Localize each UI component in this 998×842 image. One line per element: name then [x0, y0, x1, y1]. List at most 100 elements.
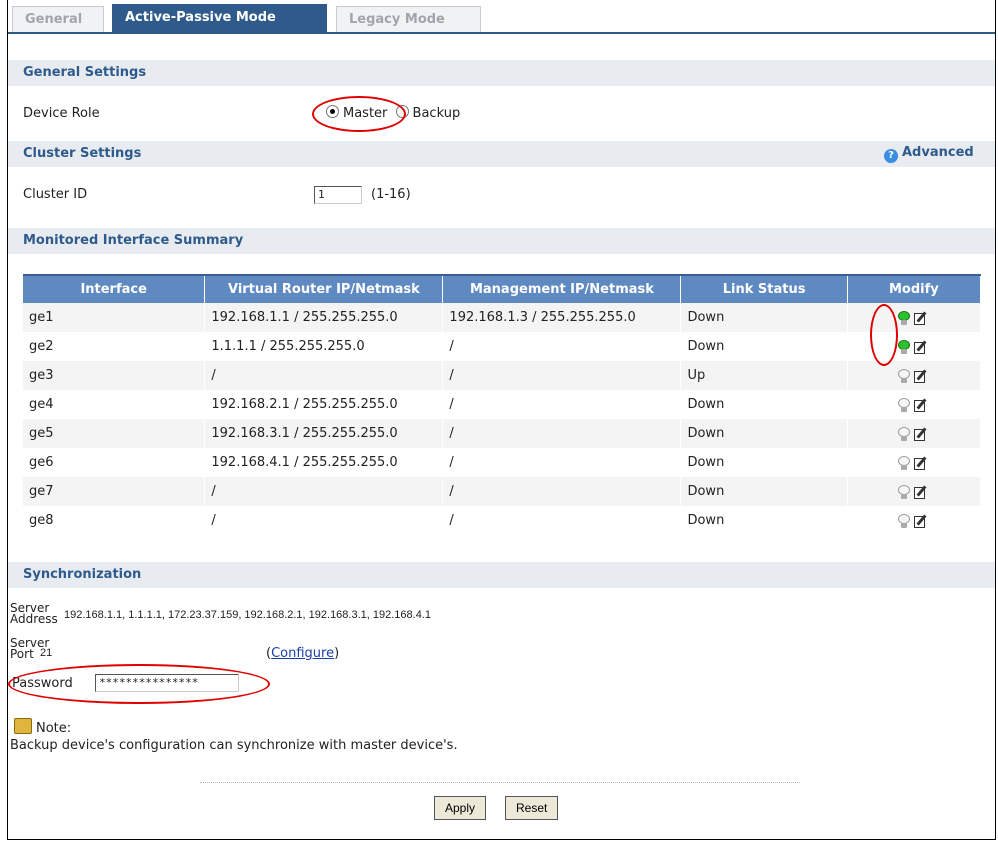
device-role-label: Device Role [23, 106, 100, 121]
col-virtual-ip: Virtual Router IP/Netmask [204, 274, 444, 303]
virtual-ip-cell: / [204, 361, 444, 390]
tab-bar: General Active-Passive Mode Legacy Mode [8, 0, 995, 34]
activate-bulb-icon[interactable] [898, 455, 911, 470]
activate-bulb-icon[interactable] [898, 339, 911, 354]
tab-legacy[interactable]: Legacy Mode [336, 6, 481, 32]
edit-icon[interactable] [914, 339, 929, 354]
modify-cell [847, 361, 982, 390]
col-link-status: Link Status [680, 274, 848, 303]
cluster-id-input[interactable]: 1 [314, 186, 362, 204]
tab-general[interactable]: General [12, 6, 104, 32]
master-radio[interactable] [326, 105, 339, 118]
modify-cell [847, 390, 982, 419]
link-status-cell: Up [680, 361, 848, 390]
virtual-ip-cell: / [204, 477, 444, 506]
edit-icon[interactable] [914, 397, 929, 412]
server-address-label: Server Address [10, 602, 58, 626]
virtual-ip-cell: 192.168.2.1 / 255.255.255.0 [204, 390, 444, 419]
edit-icon[interactable] [914, 310, 929, 325]
modify-cell [847, 332, 982, 361]
col-modify: Modify [847, 274, 982, 303]
tab-underline [8, 32, 995, 34]
activate-bulb-icon[interactable] [898, 397, 911, 412]
virtual-ip-cell: 192.168.3.1 / 255.255.255.0 [204, 419, 444, 448]
advanced-label: Advanced [902, 145, 974, 160]
configure-link-wrap: (Configure) [266, 646, 340, 661]
table-row: ge8// Down [23, 506, 982, 535]
table-row: ge3// Up [23, 361, 982, 390]
edit-icon[interactable] [914, 513, 929, 528]
management-ip-cell: / [442, 506, 682, 535]
modify-cell [847, 477, 982, 506]
cluster-id-label: Cluster ID [23, 187, 88, 202]
edit-icon[interactable] [914, 455, 929, 470]
virtual-ip-cell: / [204, 506, 444, 535]
management-ip-cell: / [442, 390, 682, 419]
interface-cell: ge4 [23, 390, 206, 419]
button-divider [200, 782, 800, 783]
interface-cell: ge7 [23, 477, 206, 506]
virtual-ip-cell: 1.1.1.1 / 255.255.255.0 [204, 332, 444, 361]
activate-bulb-icon[interactable] [898, 513, 911, 528]
link-status-cell: Down [680, 448, 848, 477]
device-role-options: Master Backup [326, 105, 460, 121]
virtual-ip-cell: 192.168.1.1 / 255.255.255.0 [204, 303, 444, 332]
cluster-settings-header: Cluster Settings [8, 141, 995, 167]
note-text: Backup device's configuration can synchr… [10, 738, 458, 753]
col-interface: Interface [23, 274, 206, 303]
activate-bulb-icon[interactable] [898, 368, 911, 383]
modify-cell [847, 506, 982, 535]
server-address-label-line2: Address [10, 612, 58, 626]
interface-table: Interface Virtual Router IP/Netmask Mana… [23, 274, 982, 535]
backup-label: Backup [412, 106, 461, 121]
reset-button[interactable]: Reset [505, 796, 559, 820]
management-ip-cell: / [442, 448, 682, 477]
configure-link[interactable]: Configure [271, 646, 334, 661]
general-settings-header: General Settings [8, 60, 995, 86]
backup-radio[interactable] [395, 105, 409, 118]
edit-icon[interactable] [914, 484, 929, 499]
edit-icon[interactable] [914, 426, 929, 441]
monitored-summary-header: Monitored Interface Summary [8, 228, 995, 254]
management-ip-cell: / [442, 477, 682, 506]
link-status-cell: Down [680, 477, 848, 506]
server-port-value: 21 [40, 647, 53, 659]
interface-cell: ge1 [23, 303, 206, 332]
modify-cell [847, 303, 982, 332]
link-status-cell: Down [680, 303, 848, 332]
activate-bulb-icon[interactable] [898, 426, 911, 441]
table-row: ge1 192.168.1.1 / 255.255.255.0 192.168.1.… [23, 303, 982, 332]
link-status-cell: Down [680, 332, 848, 361]
management-ip-cell: / [442, 419, 682, 448]
interface-cell: ge6 [23, 448, 206, 477]
table-row: ge4 192.168.2.1 / 255.255.255.0/Down [23, 390, 982, 419]
interface-cell: ge2 [23, 332, 206, 361]
interface-table-body: ge1 192.168.1.1 / 255.255.255.0 192.168.1.… [23, 303, 982, 535]
interface-cell: ge8 [23, 506, 206, 535]
note-icon [14, 718, 32, 734]
apply-button[interactable]: Apply [434, 796, 487, 820]
activate-bulb-icon[interactable] [898, 310, 911, 325]
server-address-value: 192.168.1.1, 1.1.1.1, 172.23.37.159, 192… [64, 609, 431, 621]
tab-active-passive[interactable]: Active-Passive Mode [112, 4, 327, 32]
modify-cell [847, 448, 982, 477]
advanced-link[interactable]: ? Advanced [884, 145, 974, 163]
note-label: Note: [36, 721, 72, 736]
note-heading: Note: [14, 718, 71, 736]
app-frame: General Active-Passive Mode Legacy Mode … [7, 0, 996, 840]
table-header-row: Interface Virtual Router IP/Netmask Mana… [23, 274, 982, 303]
management-ip-cell: 192.168.1.3 / 255.255.255.0 [442, 303, 682, 332]
link-status-cell: Down [680, 419, 848, 448]
management-ip-cell: / [442, 361, 682, 390]
edit-icon[interactable] [914, 368, 929, 383]
link-status-cell: Down [680, 506, 848, 535]
master-label: Master [343, 106, 388, 121]
table-row: ge6 192.168.4.1 / 255.255.255.0/Down [23, 448, 982, 477]
table-row: ge2 1.1.1.1 / 255.255.255.0/Down [23, 332, 982, 361]
table-row: ge7// Down [23, 477, 982, 506]
help-icon: ? [884, 149, 898, 163]
password-input[interactable]: *************** [95, 674, 239, 692]
cluster-id-range: (1-16) [371, 187, 411, 202]
activate-bulb-icon[interactable] [898, 484, 911, 499]
link-status-cell: Down [680, 390, 848, 419]
